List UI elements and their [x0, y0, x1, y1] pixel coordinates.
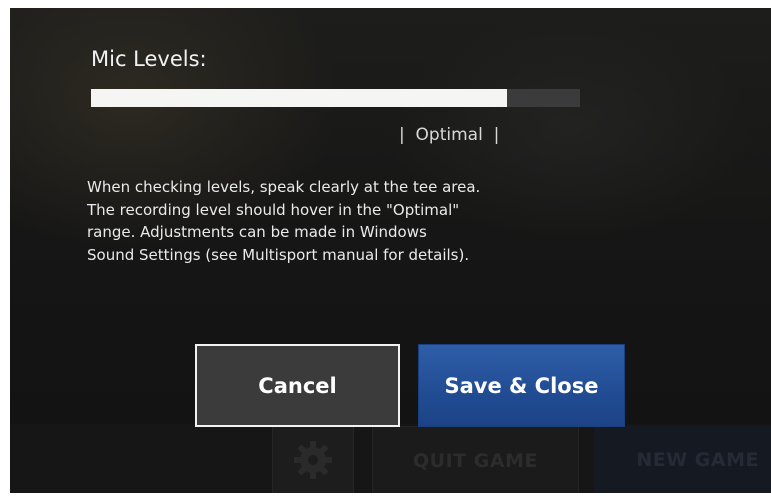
settings-button[interactable]	[272, 426, 354, 493]
cancel-button[interactable]: Cancel	[195, 344, 400, 427]
mic-levels-title: Mic Levels:	[91, 47, 207, 71]
optimal-range-marker: | Optimal |	[399, 125, 500, 145]
game-screen: QUIT GAME NEW GAME Mic Levels: | Optimal…	[10, 8, 771, 493]
help-text-line: range. Adjustments can be made in Window…	[87, 223, 427, 241]
help-text-line: Sound Settings (see Multisport manual fo…	[87, 245, 470, 264]
gear-icon	[294, 440, 332, 479]
new-game-button[interactable]: NEW GAME	[594, 426, 771, 493]
help-text-line: The recording level should hover in the …	[87, 200, 460, 219]
quit-game-button[interactable]: QUIT GAME	[372, 426, 579, 493]
help-text-line: When checking levels, speak clearly at t…	[87, 178, 481, 196]
mic-level-fill	[91, 89, 507, 107]
mic-level-meter	[91, 89, 580, 107]
help-text: When checking levels, speak clearly at t…	[87, 176, 567, 266]
save-and-close-button[interactable]: Save & Close	[418, 344, 625, 427]
